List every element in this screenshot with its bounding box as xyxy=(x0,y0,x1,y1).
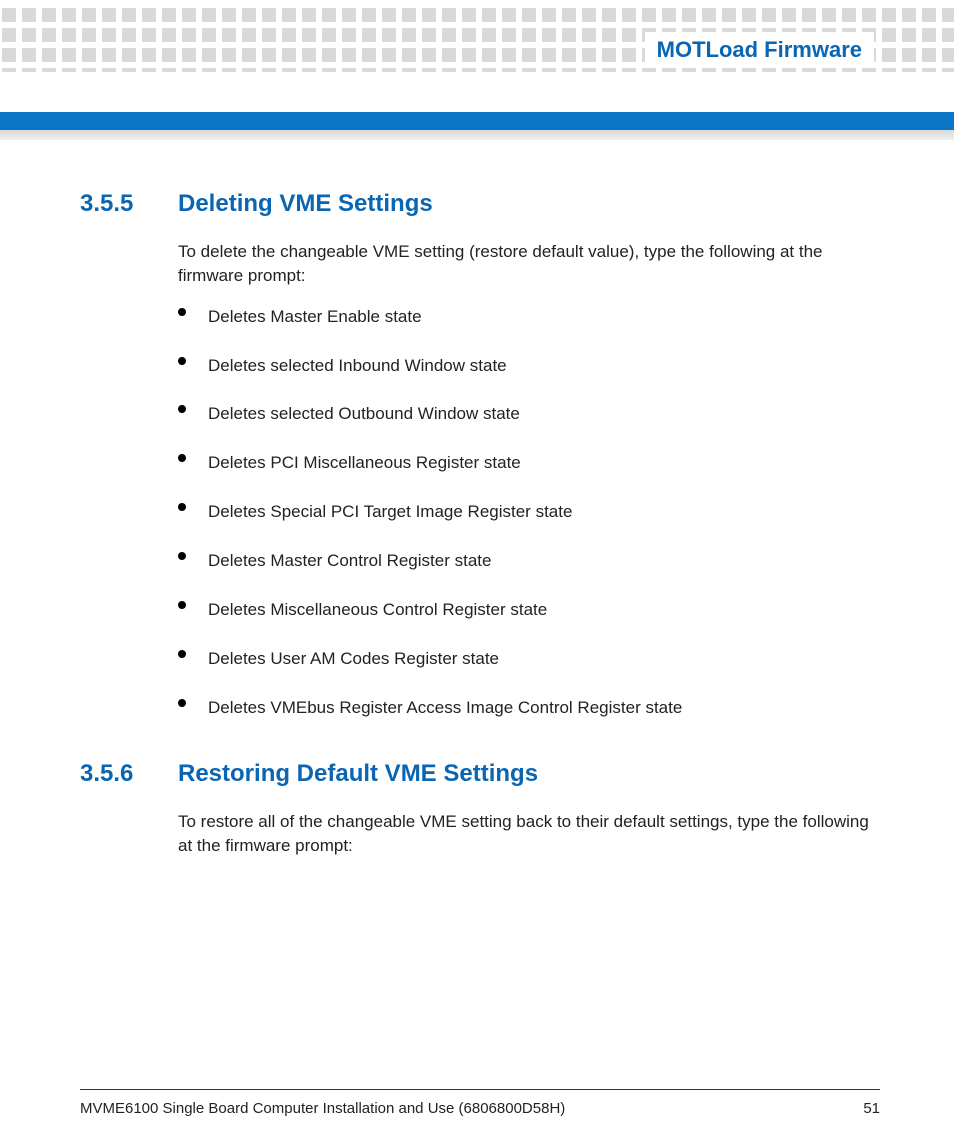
section-intro: To delete the changeable VME setting (re… xyxy=(178,240,880,288)
list-item: Deletes selected Outbound Window state xyxy=(178,403,880,426)
header-gray-under xyxy=(0,130,954,140)
list-item-text: Deletes Miscellaneous Control Register s… xyxy=(208,599,880,622)
section-intro: To restore all of the changeable VME set… xyxy=(178,810,880,858)
list-item-text: Deletes selected Inbound Window state xyxy=(208,355,880,378)
page: MOTLoad Firmware 3.5.5 Deleting VME Sett… xyxy=(0,0,954,1145)
list-item-text: Deletes VMEbus Register Access Image Con… xyxy=(208,697,880,720)
list-item: Deletes VMEbus Register Access Image Con… xyxy=(178,697,880,720)
section-title: Restoring Default VME Settings xyxy=(178,760,538,788)
list-item-text: Deletes Master Enable state xyxy=(208,306,880,329)
header-blue-bar xyxy=(0,112,954,130)
footer-page-number: 51 xyxy=(863,1100,880,1117)
footer-doc-title: MVME6100 Single Board Computer Installat… xyxy=(80,1100,565,1117)
section-3-5-5: 3.5.5 Deleting VME Settings To delete th… xyxy=(80,190,880,720)
header-title: MOTLoad Firmware xyxy=(657,37,862,63)
list-item: Deletes User AM Codes Register state xyxy=(178,648,880,671)
list-item-text: Deletes Master Control Register state xyxy=(208,550,880,573)
header-title-wrap: MOTLoad Firmware xyxy=(645,32,874,68)
list-item-text: Deletes selected Outbound Window state xyxy=(208,403,880,426)
footer: MVME6100 Single Board Computer Installat… xyxy=(80,1089,880,1117)
section-3-5-6: 3.5.6 Restoring Default VME Settings To … xyxy=(80,760,880,858)
list-item: Deletes Special PCI Target Image Registe… xyxy=(178,501,880,524)
list-item: Deletes Master Enable state xyxy=(178,306,880,329)
bullet-list: Deletes Master Enable state Deletes sele… xyxy=(178,306,880,720)
section-number: 3.5.5 xyxy=(80,190,150,218)
section-heading: 3.5.5 Deleting VME Settings xyxy=(80,190,880,218)
section-number: 3.5.6 xyxy=(80,760,150,788)
list-item: Deletes Miscellaneous Control Register s… xyxy=(178,599,880,622)
list-item: Deletes PCI Miscellaneous Register state xyxy=(178,452,880,475)
list-item-text: Deletes Special PCI Target Image Registe… xyxy=(208,501,880,524)
list-item-text: Deletes PCI Miscellaneous Register state xyxy=(208,452,880,475)
content-area: 3.5.5 Deleting VME Settings To delete th… xyxy=(80,190,880,898)
list-item-text: Deletes User AM Codes Register state xyxy=(208,648,880,671)
section-title: Deleting VME Settings xyxy=(178,190,433,218)
list-item: Deletes Master Control Register state xyxy=(178,550,880,573)
list-item: Deletes selected Inbound Window state xyxy=(178,355,880,378)
section-heading: 3.5.6 Restoring Default VME Settings xyxy=(80,760,880,788)
